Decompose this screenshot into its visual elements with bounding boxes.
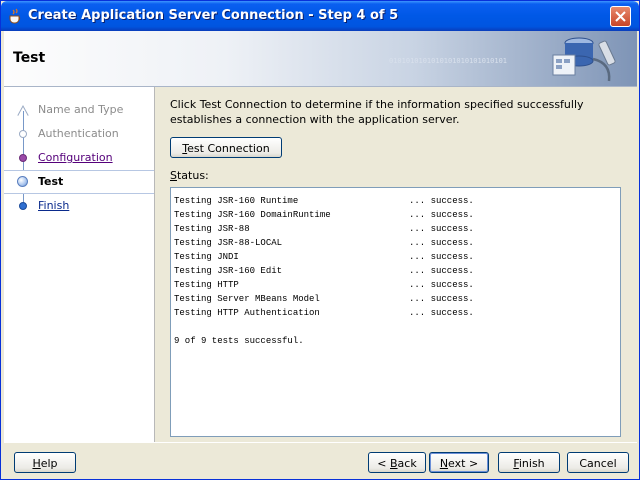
header-binary-decoration: 0101010101010101010101010101 <box>389 57 508 65</box>
status-line: Testing JNDI ... success. <box>174 250 474 264</box>
status-blank-line <box>174 320 474 334</box>
status-line: Testing Server MBeans Model ... success. <box>174 292 474 306</box>
step-pending-icon <box>16 104 30 118</box>
status-test-result: ... success. <box>409 210 474 220</box>
status-line: Testing JSR-160 Edit ... success. <box>174 264 474 278</box>
status-test-name: Testing HTTP <box>174 280 239 290</box>
status-test-name: Testing JSR-88-LOCAL <box>174 238 283 248</box>
status-test-result: ... success. <box>409 280 474 290</box>
status-test-result: ... success. <box>409 196 474 206</box>
status-test-name: Testing HTTP Authentication <box>174 308 320 318</box>
status-line: Testing HTTP Authentication ... success. <box>174 306 474 320</box>
test-description: Click Test Connection to determine if th… <box>170 98 584 126</box>
nav-step-label[interactable]: Configuration <box>38 151 113 164</box>
status-label: Status: <box>170 169 209 182</box>
status-line: Testing JSR-88-LOCAL ... success. <box>174 236 474 250</box>
status-line: Testing JSR-160 DomainRuntime ... success… <box>174 208 474 222</box>
title-bar[interactable]: Create Application Server Connection - S… <box>1 1 639 31</box>
button-label: inish <box>518 457 545 470</box>
status-test-name: Testing JSR-88 <box>174 224 250 234</box>
status-test-name: Testing JSR-160 Runtime <box>174 196 299 206</box>
wizard-steps-nav: Name and Type Authentication Configurati… <box>4 87 155 442</box>
label-text: tatus: <box>176 169 209 182</box>
close-button[interactable] <box>610 6 631 27</box>
back-button[interactable]: < Back <box>368 452 426 473</box>
status-output[interactable]: Testing JSR-160 Runtime... success. Testi… <box>170 187 621 437</box>
nav-step-authentication: Authentication <box>4 123 154 145</box>
step-current-icon <box>17 176 28 187</box>
next-button[interactable]: Next > <box>429 452 489 473</box>
page-title: Test <box>13 50 46 66</box>
window-title: Create Application Server Connection - S… <box>28 8 399 23</box>
java-cup-icon <box>9 8 21 24</box>
status-test-name: Testing JNDI <box>174 252 239 262</box>
server-connection-icon <box>552 37 616 82</box>
close-icon <box>615 11 626 22</box>
mnemonic: N <box>439 457 449 470</box>
button-label: est Connection <box>187 142 270 155</box>
nav-step-label[interactable]: Finish <box>38 199 69 212</box>
nav-step-configuration[interactable]: Configuration <box>4 147 154 169</box>
mnemonic: H <box>32 457 41 470</box>
nav-step-test[interactable]: Test <box>4 170 154 194</box>
button-label: Cancel <box>579 457 617 470</box>
step-visited-icon <box>19 154 27 162</box>
help-button[interactable]: Help <box>14 452 76 473</box>
button-label: ext > <box>448 457 479 470</box>
cancel-button[interactable]: Cancel <box>567 452 629 473</box>
status-line: Testing JSR-160 Runtime ... success. <box>174 194 474 208</box>
status-test-result: ... success. <box>409 266 474 276</box>
nav-step-label: Authentication <box>38 127 119 140</box>
mnemonic: S <box>170 169 177 182</box>
step-available-icon <box>19 202 27 210</box>
wizard-dialog: Create Application Server Connection - S… <box>0 0 640 480</box>
nav-step-label: Test <box>38 175 64 188</box>
button-label: elp <box>40 457 58 470</box>
status-test-name: Testing JSR-160 Edit <box>174 266 283 276</box>
nav-step-name-and-type: Name and Type <box>4 99 154 121</box>
status-test-result: ... success. <box>409 252 474 262</box>
button-label: ack <box>397 457 417 470</box>
nav-step-label: Name and Type <box>38 103 124 116</box>
status-test-name: Testing JSR-160 DomainRuntime <box>174 210 331 220</box>
status-summary: 9 of 9 tests successful. <box>174 336 304 346</box>
step-pending-icon <box>19 130 27 138</box>
status-test-result: ... success. <box>409 308 474 318</box>
wizard-header: Test 0101010101010101010101010101 <box>4 31 637 87</box>
status-test-name: Testing Server MBeans Model <box>174 294 320 304</box>
status-test-result: ... success. <box>409 294 474 304</box>
status-log: Testing JSR-160 Runtime... success. Testi… <box>174 194 474 348</box>
status-test-result: ... success. <box>409 224 474 234</box>
mnemonic: B <box>390 457 398 470</box>
button-prefix: < <box>377 457 390 470</box>
status-line: Testing HTTP ... success. <box>174 278 474 292</box>
status-test-result: ... success. <box>409 238 474 248</box>
nav-step-finish[interactable]: Finish <box>4 195 154 217</box>
status-line: Testing JSR-88 ... success. <box>174 222 474 236</box>
footer-divider <box>4 442 637 443</box>
finish-button[interactable]: Finish <box>498 452 560 473</box>
test-connection-button[interactable]: Test Connection <box>170 137 282 158</box>
